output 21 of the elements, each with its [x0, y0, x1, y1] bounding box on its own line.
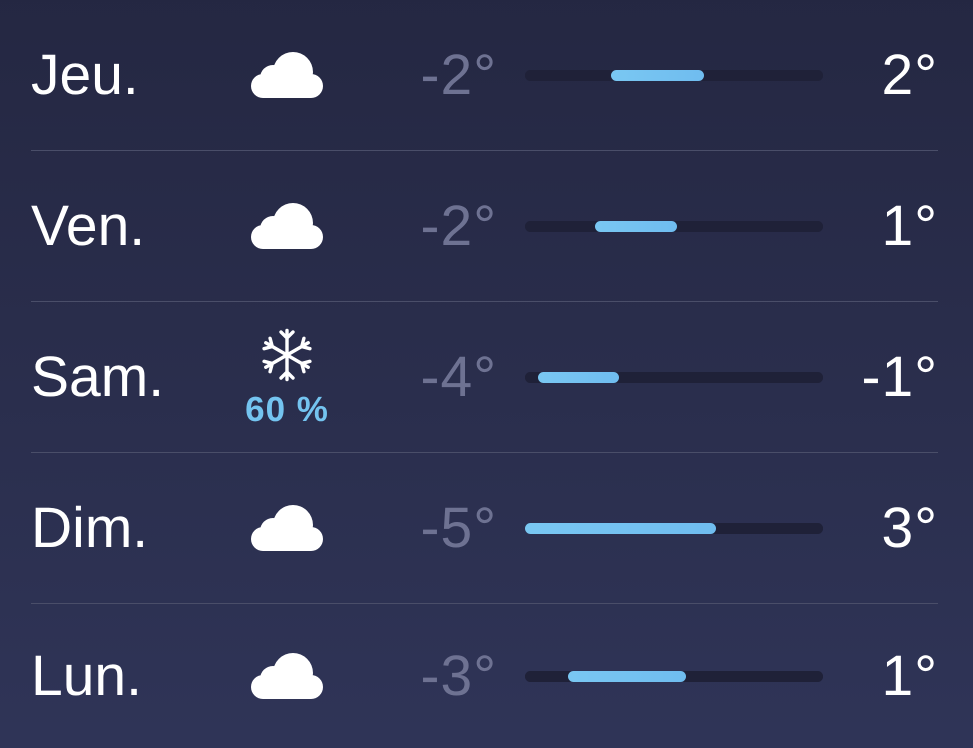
snowflake-icon — [261, 327, 313, 383]
cloud-icon — [251, 203, 323, 249]
low-temperature: -2° — [420, 44, 497, 106]
cloud-icon — [251, 505, 323, 551]
day-label: Ven. — [31, 194, 146, 258]
high-temperature: 2° — [882, 44, 938, 106]
high-temperature: 1° — [882, 194, 938, 258]
low-temperature: -5° — [420, 496, 497, 560]
low-temperature: -2° — [420, 194, 497, 258]
cloud-icon — [251, 653, 323, 699]
low-temperature: -3° — [420, 644, 497, 708]
high-temperature: 1° — [882, 644, 938, 708]
high-temperature: -1° — [862, 346, 938, 408]
day-label: Sam. — [31, 346, 166, 408]
day-label: Dim. — [31, 496, 150, 560]
day-label: Lun. — [31, 644, 143, 708]
day-label: Jeu. — [31, 44, 140, 106]
low-temperature: -4° — [420, 346, 497, 408]
cloud-icon — [251, 52, 323, 98]
precipitation-chance: 60 % — [245, 392, 329, 427]
high-temperature: 3° — [882, 496, 938, 560]
